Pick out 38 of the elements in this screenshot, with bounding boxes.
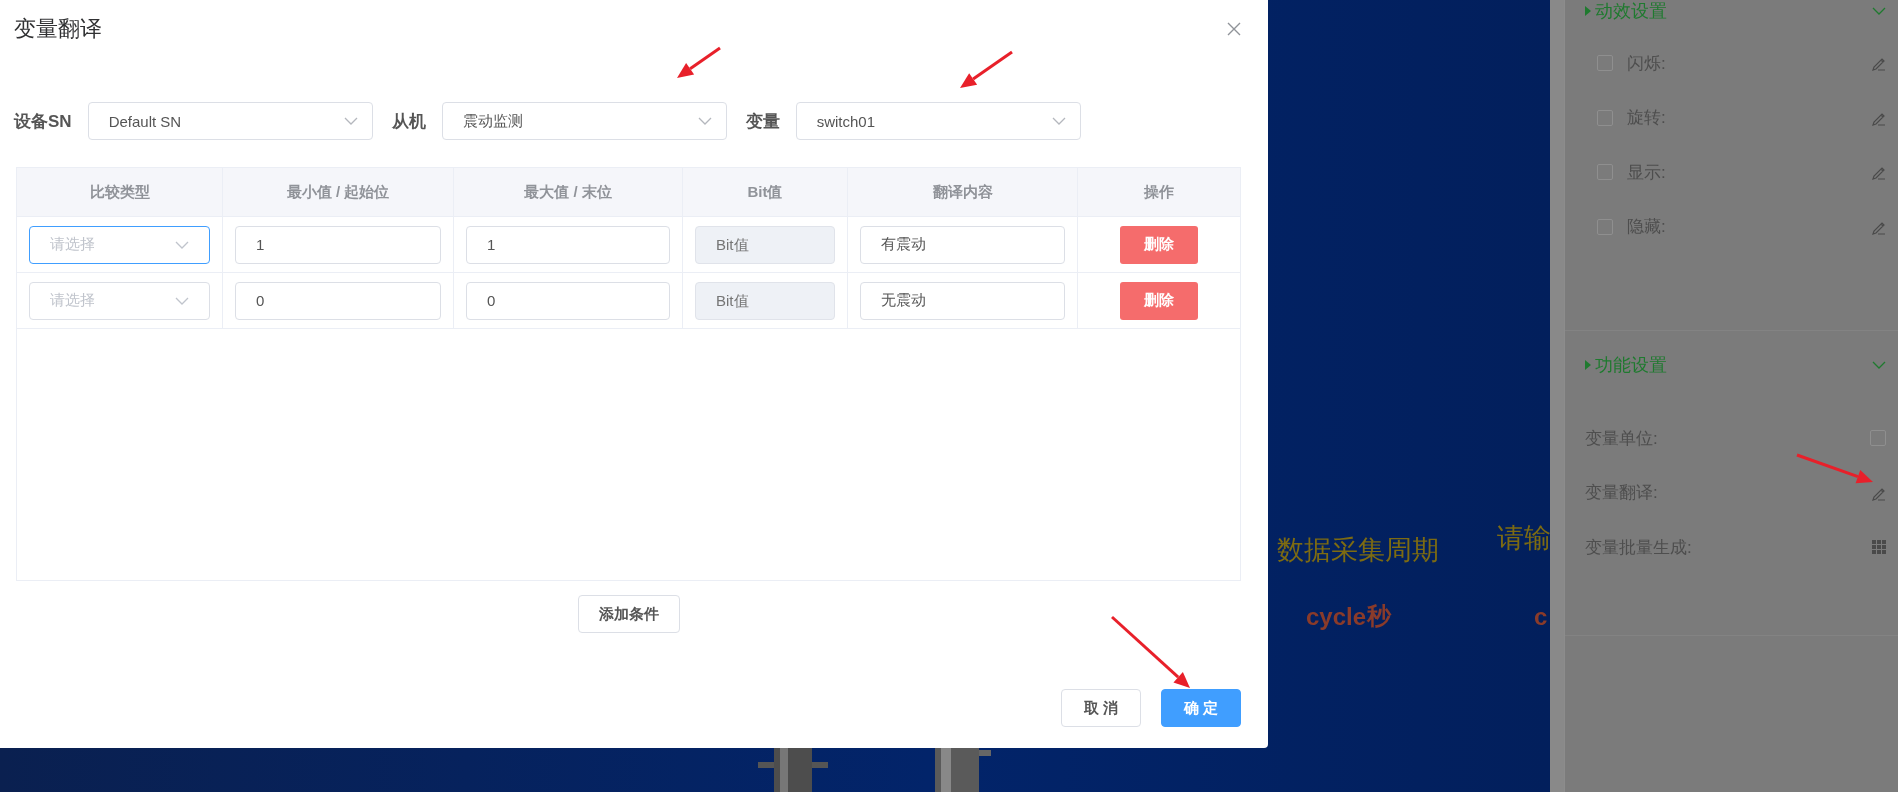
grid-icon[interactable] (1872, 540, 1886, 555)
field-label: 设备SN (14, 110, 72, 133)
dialog-title: 变量翻译 (14, 15, 102, 43)
close-icon[interactable] (1227, 22, 1241, 36)
add-condition-button[interactable]: 添加条件 (577, 595, 680, 633)
chevron-down-icon (1051, 117, 1066, 125)
chevron-down-icon (1872, 361, 1886, 369)
field-label: 从机 (391, 110, 426, 133)
canvas-text: 数据采集周期 (1277, 534, 1439, 567)
input-field[interactable]: 有震动 (860, 225, 1065, 264)
select-field[interactable]: 震动监测 (441, 102, 727, 140)
pipe-drawing (758, 748, 828, 792)
chevron-down-icon (175, 296, 189, 305)
annotation-arrow (677, 46, 721, 78)
chevron-down-icon (697, 117, 712, 125)
column-header: 最小值 / 起始位 (223, 168, 454, 216)
input-field[interactable]: 1 (466, 225, 670, 264)
column-header: 操作 (1078, 168, 1240, 216)
annotation-arrow (960, 50, 1013, 88)
field-label: 变量 (745, 110, 780, 133)
input-field[interactable]: 0 (466, 281, 670, 320)
input-field[interactable]: 1 (235, 225, 441, 264)
column-header: 翻译内容 (848, 168, 1078, 216)
input-field[interactable]: 0 (235, 281, 441, 320)
canvas-text: 请输 (1497, 522, 1551, 555)
chevron-down-icon (343, 117, 358, 125)
cancel-button[interactable]: 取 消 (1061, 689, 1141, 727)
column-header: Bit值 (683, 168, 848, 216)
canvas-text: 秒 (1367, 601, 1391, 629)
canvas-text: cycle (1306, 603, 1367, 631)
canvas-text: c (1534, 603, 1548, 631)
column-header: 最大值 / 末位 (454, 168, 683, 216)
select-field[interactable]: switch01 (795, 102, 1081, 140)
column-header: 比较类型 (17, 168, 223, 216)
chevron-down-icon (1872, 7, 1886, 15)
select-field[interactable]: Default SN (87, 102, 373, 140)
input-field[interactable]: 无震动 (860, 281, 1065, 320)
chevron-down-icon (175, 240, 189, 249)
